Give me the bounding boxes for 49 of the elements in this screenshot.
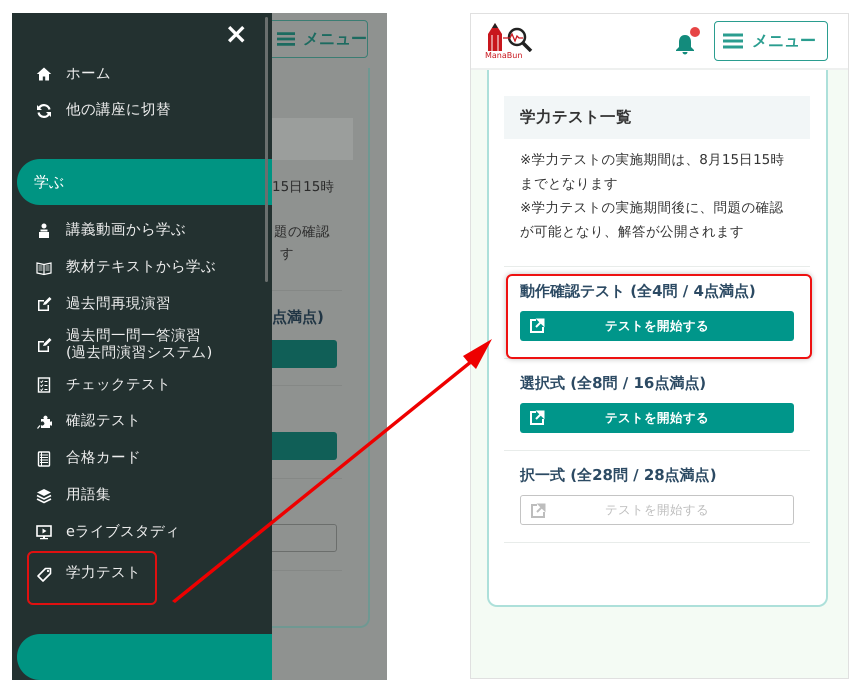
test-title: 選択式 (全8問 / 16点満点) <box>520 373 708 394</box>
checklist-icon <box>36 377 52 394</box>
card-list-icon <box>36 450 52 467</box>
pencil-magnifier-icon <box>485 22 535 52</box>
edit-icon <box>36 336 52 353</box>
menu-item[interactable]: eライブスタディ <box>27 514 196 551</box>
menu-item[interactable]: 過去問一問一答演習 (過去問演習システム) <box>27 322 228 367</box>
scrollbar[interactable] <box>265 17 268 282</box>
edit-icon <box>36 296 52 312</box>
close-button[interactable]: × <box>224 20 248 48</box>
menu-item[interactable]: 過去問再現演習 <box>27 286 187 323</box>
menu-item[interactable]: 講義動画から学ぶ <box>27 212 202 250</box>
list-title: 学力テスト一覧 <box>504 96 810 139</box>
menu-item[interactable]: 教材テキストから学ぶ <box>27 249 232 286</box>
menu-icon <box>277 31 295 47</box>
section-header[interactable]: 学ぶ <box>17 159 272 206</box>
notice-text: ※学力テストの実施期間後に、問題の確認が可能となり、解答が公開されます <box>520 199 784 242</box>
home-icon <box>36 66 52 82</box>
section-header[interactable] <box>17 634 272 680</box>
external-link-icon <box>529 410 545 426</box>
refresh-icon <box>36 102 52 119</box>
notice-text: 15日15時 <box>272 178 334 196</box>
logo[interactable]: ManaBun <box>485 22 535 60</box>
notice-text: す <box>280 245 294 263</box>
monitor-icon <box>36 524 52 540</box>
menu-item[interactable]: ホーム <box>27 56 157 93</box>
menu-icon <box>723 33 743 49</box>
start-button[interactable]: テストを開始する <box>520 311 794 341</box>
logo-text: ManaBun <box>485 51 522 60</box>
test-title: 択一式 (全28問 / 28点満点) <box>520 465 718 486</box>
menu-item[interactable]: チェックテスト <box>27 366 187 404</box>
book-icon <box>36 260 52 276</box>
external-link-icon <box>530 503 546 519</box>
notice-text: ※学力テストの実施期間は、8月15日15時までとなります <box>520 151 786 194</box>
menu-item[interactable]: 用語集 <box>27 477 157 514</box>
lecturer-icon <box>36 222 52 239</box>
external-link-icon <box>529 318 545 334</box>
menu-item[interactable]: 合格カード <box>27 440 157 478</box>
menu-item[interactable]: 他の講座に切替 <box>27 92 187 130</box>
test-title: 点満点) <box>272 308 324 327</box>
layers-icon <box>36 488 52 504</box>
menu-item[interactable]: 確認テスト <box>27 404 157 440</box>
menu-item[interactable]: 学力テスト <box>27 550 157 605</box>
puzzle-icon <box>36 414 52 430</box>
tag-icon <box>36 566 52 583</box>
notice-text: 題の確認 <box>274 223 330 241</box>
start-button[interactable]: テストを開始する <box>520 403 794 433</box>
bell-icon[interactable] <box>674 33 696 55</box>
test-title: 動作確認テスト (全4問 / 4点満点) <box>520 281 757 302</box>
